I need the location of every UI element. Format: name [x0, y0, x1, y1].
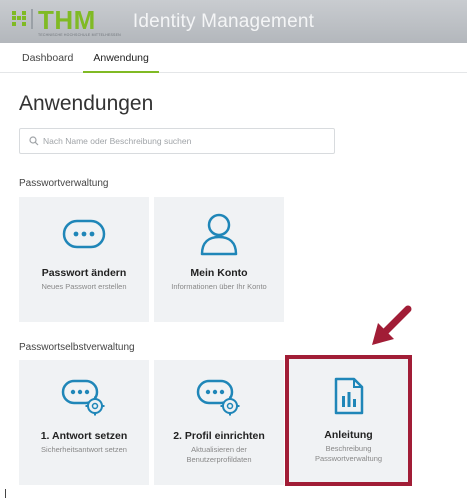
page-title: Anwendungen	[19, 92, 154, 115]
search-input[interactable]	[43, 136, 323, 146]
tile-title: 2. Profil einrichten	[173, 430, 265, 442]
tile-passwort-aendern[interactable]: Passwort ändern Neues Passwort erstellen	[19, 197, 149, 322]
highlight-frame	[285, 355, 412, 486]
search-box[interactable]	[19, 128, 335, 154]
tile-description: Sicherheitsantwort setzen	[41, 445, 127, 454]
pointer-arrow-icon	[372, 305, 412, 345]
text-cursor	[5, 489, 6, 498]
password-gear-icon	[61, 374, 107, 420]
password-dots-icon	[62, 211, 106, 257]
tile-description: Neues Passwort erstellen	[41, 282, 127, 291]
tile-profil-einrichten[interactable]: 2. Profil einrichten Aktualisieren der B…	[154, 360, 284, 485]
logo-subtitle: TECHNISCHE HOCHSCHULE MITTELHESSEN	[38, 32, 121, 37]
tab-anwendung[interactable]: Anwendung	[83, 43, 159, 73]
tile-title: Passwort ändern	[41, 267, 127, 279]
section-label-passwortselbstverwaltung: Passwortselbstverwaltung	[19, 342, 135, 353]
app-header: THM TECHNISCHE HOCHSCHULE MITTELHESSEN I…	[0, 0, 467, 43]
section-label-passwortverwaltung: Passwortverwaltung	[19, 178, 109, 189]
logo-divider	[31, 8, 33, 29]
user-icon	[199, 211, 239, 257]
app-title: Identity Management	[132, 10, 315, 32]
tile-antwort-setzen[interactable]: 1. Antwort setzen Sicherheitsantwort set…	[19, 360, 149, 485]
tab-bar: Dashboard Anwendung	[0, 43, 467, 73]
tile-title: Mein Konto	[190, 267, 248, 279]
tab-dashboard[interactable]: Dashboard	[12, 43, 83, 73]
tile-description: Aktualisieren der Benutzerprofildaten	[186, 445, 252, 464]
search-icon	[29, 136, 39, 146]
logo: THM TECHNISCHE HOCHSCHULE MITTELHESSEN	[38, 7, 121, 37]
tile-description: Informationen über Ihr Konto	[171, 282, 267, 291]
tile-mein-konto[interactable]: Mein Konto Informationen über Ihr Konto	[154, 197, 284, 322]
tile-title: 1. Antwort setzen	[40, 430, 128, 442]
password-gear-icon	[196, 374, 242, 420]
logo-text: THM	[38, 4, 96, 35]
thm-logo-icon	[12, 11, 27, 26]
